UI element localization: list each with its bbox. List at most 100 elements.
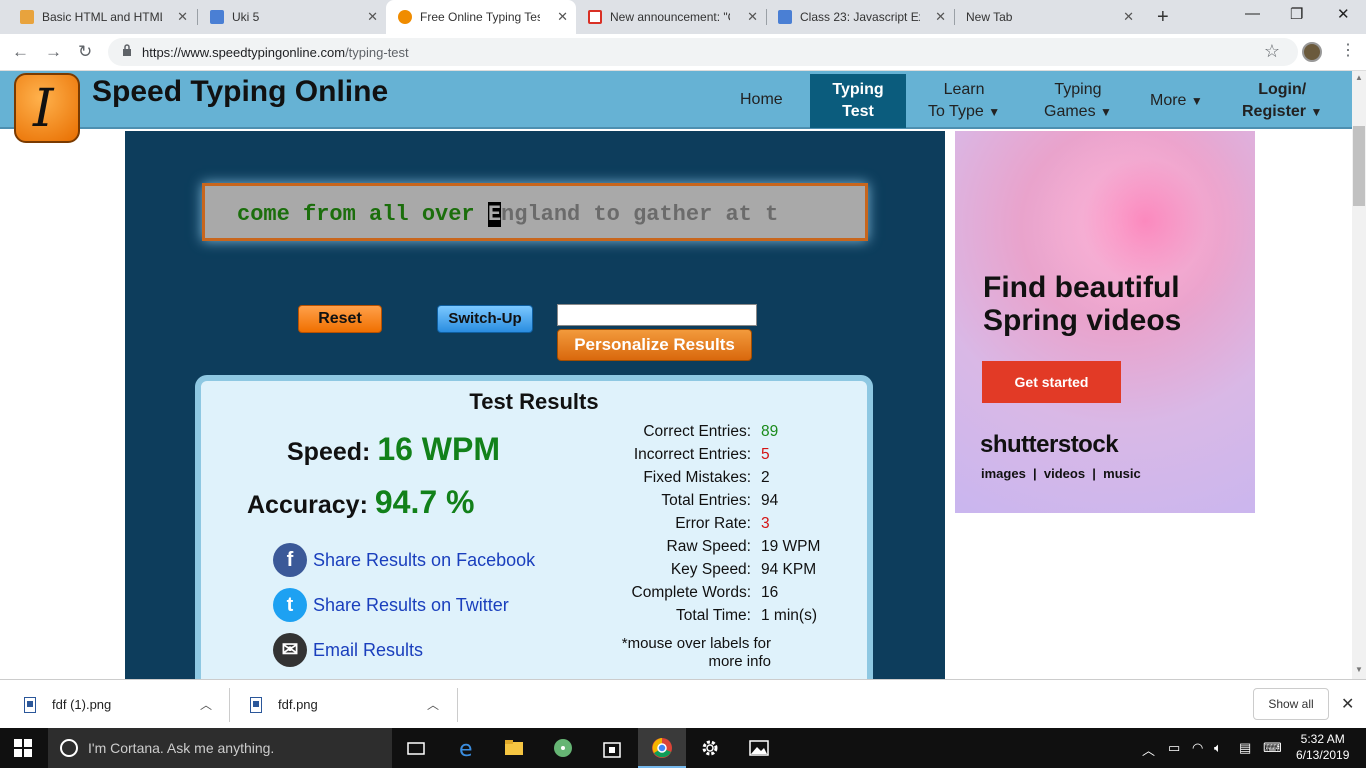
speed-row: Speed: 16 WPM [287, 431, 500, 468]
tray-chevron-icon[interactable]: ︿ [1142, 740, 1155, 759]
nav-typing-games[interactable]: Typing Games ▼ [1044, 79, 1112, 123]
site-name[interactable]: Speed Typing Online [92, 75, 388, 109]
scrollbar-thumb[interactable] [1353, 126, 1365, 206]
system-clock[interactable]: 5:32 AM 6/13/2019 [1296, 731, 1349, 763]
notification-icon[interactable]: ▤ [1239, 740, 1251, 756]
edge-icon[interactable]: e [456, 737, 478, 759]
nav-login[interactable]: Login/ Register ▼ [1242, 79, 1322, 123]
close-icon[interactable]: ✕ [1123, 9, 1134, 25]
tab-gmail[interactable]: New announcement: "C ✕ [576, 0, 766, 34]
classroom-icon [778, 10, 792, 24]
accuracy-value: 94.7 % [374, 484, 475, 520]
site-logo[interactable]: I [14, 73, 80, 143]
stat-label[interactable]: Raw Speed: [561, 538, 761, 561]
stat-label[interactable]: Incorrect Entries: [561, 446, 761, 469]
download-item[interactable]: fdf (1).png [24, 680, 111, 729]
nav-home[interactable]: Home [740, 89, 783, 111]
download-item[interactable]: fdf.png [250, 680, 318, 729]
vertical-scrollbar[interactable]: ▲ ▼ [1352, 71, 1366, 679]
nav-typing-test[interactable]: Typing Test [810, 74, 906, 128]
close-icon[interactable]: ✕ [1341, 694, 1354, 714]
nav-label: More [1150, 92, 1187, 109]
tab-basic-html[interactable]: Basic HTML and HTML5 ✕ [8, 0, 196, 34]
task-view-icon[interactable] [405, 737, 427, 759]
stat-label[interactable]: Error Rate: [561, 515, 761, 538]
stat-label[interactable]: Correct Entries: [561, 423, 761, 446]
name-input[interactable] [557, 304, 757, 326]
close-icon[interactable]: ✕ [367, 9, 378, 25]
nav-label: Login/ [1258, 81, 1307, 98]
settings-gear-icon[interactable] [699, 737, 721, 759]
stat-label[interactable]: Complete Words: [561, 584, 761, 607]
url-path: /typing-test [345, 45, 409, 60]
omnibox[interactable]: https://www.speedtypingonline.com/typing… [108, 38, 1298, 66]
get-started-button[interactable]: Get started [982, 361, 1121, 403]
back-icon[interactable]: ← [12, 42, 29, 62]
speed-label[interactable]: Speed: [287, 438, 370, 466]
scroll-down-icon[interactable]: ▼ [1355, 665, 1363, 674]
cortana-icon [60, 739, 78, 757]
chevron-up-icon[interactable]: ︿ [427, 696, 439, 713]
typing-panel: come from all over England to gather at … [125, 131, 945, 679]
close-window-icon[interactable]: ✕ [1337, 5, 1350, 23]
file-explorer-icon[interactable] [503, 737, 525, 759]
reset-button[interactable]: Reset [298, 305, 382, 333]
restore-icon[interactable]: ❐ [1290, 5, 1303, 23]
accuracy-label[interactable]: Accuracy: [247, 491, 368, 519]
reload-icon[interactable]: ↻ [78, 42, 92, 62]
stat-label[interactable]: Total Entries: [561, 492, 761, 515]
battery-icon[interactable]: ▭ [1168, 740, 1180, 756]
close-icon[interactable]: ✕ [177, 9, 188, 25]
share-twitter-link[interactable]: t Share Results on Twitter [273, 588, 509, 622]
nav-learn-to-type[interactable]: Learn To Type ▼ [928, 79, 1000, 123]
forward-icon[interactable]: → [45, 42, 62, 62]
download-bar: fdf (1).png ︿ fdf.png ︿ Show all ✕ [0, 679, 1366, 728]
chrome-icon[interactable] [651, 737, 673, 759]
switch-up-button[interactable]: Switch-Up [437, 305, 533, 333]
profile-avatar[interactable] [1302, 42, 1322, 62]
ad-headline: Find beautiful Spring videos [983, 271, 1181, 337]
stat-row: Fixed Mistakes: 2 [561, 469, 820, 492]
tab-class23[interactable]: Class 23: Javascript Exer ✕ [766, 0, 954, 34]
divider [229, 688, 230, 722]
store-icon[interactable] [601, 737, 623, 759]
scroll-up-icon[interactable]: ▲ [1355, 73, 1363, 82]
keyboard-icon[interactable]: ⌨︎ [1263, 740, 1282, 756]
windows-start-icon[interactable] [14, 739, 32, 757]
photos-icon[interactable] [748, 737, 770, 759]
new-tab-icon[interactable]: + [1157, 6, 1169, 29]
close-icon[interactable]: ✕ [935, 9, 946, 25]
close-icon[interactable]: ✕ [557, 9, 568, 25]
tab-label: New announcement: "C [610, 10, 730, 24]
page-viewport: I Speed Typing Online Home Typing Test L… [0, 71, 1352, 679]
chevron-up-icon[interactable]: ︿ [200, 696, 212, 713]
nav-more[interactable]: More ▼ [1150, 90, 1203, 112]
minimize-icon[interactable]: — [1245, 5, 1260, 22]
stat-label[interactable]: Key Speed: [561, 561, 761, 584]
share-facebook-link[interactable]: f Share Results on Facebook [273, 543, 535, 577]
atom-icon[interactable] [552, 737, 574, 759]
download-filename: fdf.png [278, 697, 318, 712]
personalize-results-button[interactable]: Personalize Results [557, 329, 752, 361]
close-icon[interactable]: ✕ [747, 9, 758, 25]
classroom-icon [210, 10, 224, 24]
email-results-link[interactable]: ✉ Email Results [273, 633, 423, 667]
tab-uki5[interactable]: Uki 5 ✕ [198, 0, 386, 34]
cortana-search[interactable]: I'm Cortana. Ask me anything. [48, 728, 392, 768]
tab-typing-test[interactable]: Free Online Typing Test ✕ [386, 0, 576, 34]
logo-letter: I [33, 79, 54, 139]
wifi-icon[interactable]: ◠ [1192, 740, 1203, 756]
advertisement[interactable]: Find beautiful Spring videos Get started… [955, 131, 1255, 513]
stat-label[interactable]: Fixed Mistakes: [561, 469, 761, 492]
gmail-icon [588, 10, 602, 24]
volume-icon[interactable]: 🔈︎ [1214, 740, 1222, 756]
menu-dots-icon[interactable]: ⋮ [1340, 40, 1356, 60]
clock-time: 5:32 AM [1300, 732, 1345, 746]
tab-new-tab[interactable]: New Tab ✕ [954, 0, 1142, 34]
stat-value: 19 WPM [761, 538, 821, 555]
typing-text-box[interactable]: come from all over England to gather at … [202, 183, 868, 241]
stats-table: Correct Entries: 89 Incorrect Entries: 5 F… [561, 423, 821, 630]
show-all-button[interactable]: Show all [1253, 688, 1329, 720]
bookmark-star-icon[interactable]: ☆ [1264, 41, 1280, 62]
stat-label[interactable]: Total Time: [561, 607, 761, 630]
